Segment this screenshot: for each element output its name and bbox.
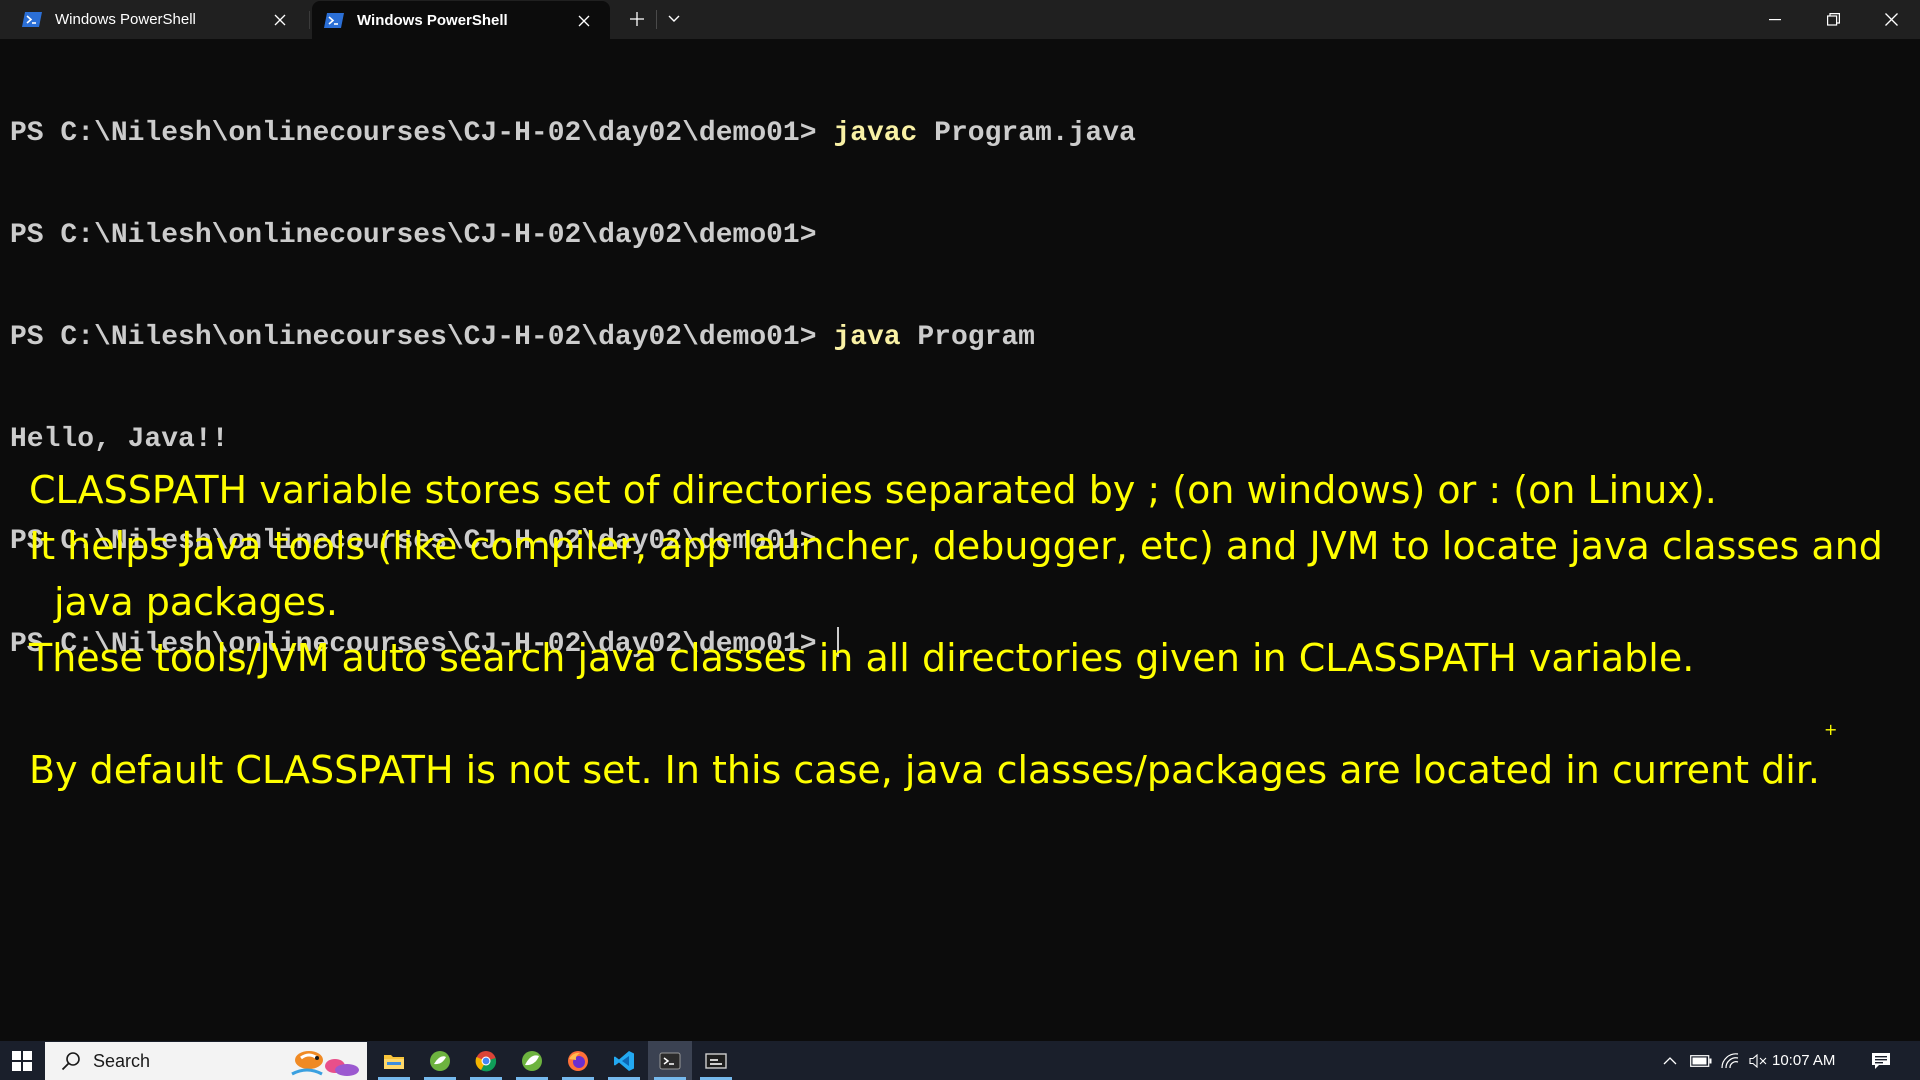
close-tab-icon[interactable] [574,11,594,31]
network-button[interactable] [1718,1041,1742,1080]
restore-button[interactable] [1804,0,1862,39]
taskbar-terminal[interactable] [648,1041,692,1080]
taskbar-spring-boot[interactable] [510,1041,554,1080]
command-name: javac [833,118,918,149]
tab-powershell-1[interactable]: Windows PowerShell [0,0,306,39]
taskbar-file-explorer[interactable] [372,1041,416,1080]
minimize-icon [1769,18,1781,20]
annotation-line: java packages. [54,580,338,624]
annotation-line: These tools/JVM auto search java classes… [29,636,1695,680]
powershell-icon [324,13,344,28]
close-tab-icon[interactable] [270,10,290,30]
taskbar-vscode[interactable] [602,1041,646,1080]
close-window-button[interactable] [1862,0,1920,39]
minimize-button[interactable] [1746,0,1804,39]
handwritten-annotation: CLASSPATH variable stores set of directo… [29,462,1909,798]
vscode-icon [614,1050,634,1071]
divider [656,10,657,29]
pen-cursor-icon: + [1824,720,1838,739]
annotation-line: It helps Java tools (like compiler, app … [29,524,1883,568]
chevron-up-icon [1663,1056,1677,1064]
search-icon [61,1052,80,1071]
spring-boot-icon [522,1050,542,1071]
terminal-line: PS C:\Nilesh\onlinecourses\CJ-H-02\day02… [10,321,1136,355]
terminal-line: PS C:\Nilesh\onlinecourses\CJ-H-02\day02… [10,219,1136,253]
wifi-icon [1721,1052,1739,1068]
prompt: PS C:\Nilesh\onlinecourses\CJ-H-02\day02… [10,118,817,149]
taskbar-search[interactable]: Search [45,1042,367,1080]
show-hidden-icons-button[interactable] [1658,1041,1682,1080]
search-placeholder: Search [93,1050,151,1071]
battery-icon [1690,1054,1712,1067]
powershell-icon [22,12,42,27]
plus-icon [630,12,644,26]
title-bar: Windows PowerShell Windows PowerShell [0,0,1920,40]
new-tab-button[interactable] [626,8,648,30]
taskbar-firefox[interactable] [556,1041,600,1080]
program-output: Hello, Java!! [10,424,229,455]
tab-separator [309,11,310,29]
close-icon [1884,13,1898,26]
windows-logo-icon [12,1050,32,1071]
restore-icon [1826,13,1840,26]
tab-powershell-2[interactable]: Windows PowerShell [312,1,610,40]
taskbar-clock[interactable]: 10:07 AM [1772,1041,1835,1080]
taskbar-chrome[interactable] [464,1041,508,1080]
command-args: Program [900,322,1035,353]
command-name: java [833,322,901,353]
tab-dropdown-button[interactable] [663,8,685,30]
command-args: Program.java [917,118,1136,149]
taskbar-spring-tools[interactable] [418,1041,462,1080]
terminal-line: PS C:\Nilesh\onlinecourses\CJ-H-02\day02… [10,117,1136,151]
prompt: PS C:\Nilesh\onlinecourses\CJ-H-02\day02… [10,220,817,251]
notifications-button[interactable] [1866,1041,1896,1080]
taskbar: Search 10:07 AM [0,1041,1920,1080]
start-button[interactable] [0,1041,44,1080]
taskbar-screen-tool[interactable] [694,1041,738,1080]
tab-label: Windows PowerShell [55,11,196,28]
folder-icon [384,1054,404,1069]
volume-muted-icon [1749,1053,1767,1068]
battery-button[interactable] [1688,1041,1714,1080]
screen-tool-icon [705,1052,727,1069]
volume-button[interactable] [1746,1041,1770,1080]
chevron-down-icon [668,15,680,22]
terminal-icon [659,1052,681,1069]
tab-label: Windows PowerShell [357,12,508,29]
annotation-line: CLASSPATH variable stores set of directo… [29,468,1717,512]
spring-tools-icon [430,1050,450,1071]
notifications-icon [1872,1052,1890,1069]
annotation-line: By default CLASSPATH is not set. In this… [29,748,1820,792]
chrome-icon [475,1050,497,1071]
prompt: PS C:\Nilesh\onlinecourses\CJ-H-02\day02… [10,322,817,353]
firefox-icon [568,1050,588,1071]
search-highlight-art-icon [291,1051,359,1076]
